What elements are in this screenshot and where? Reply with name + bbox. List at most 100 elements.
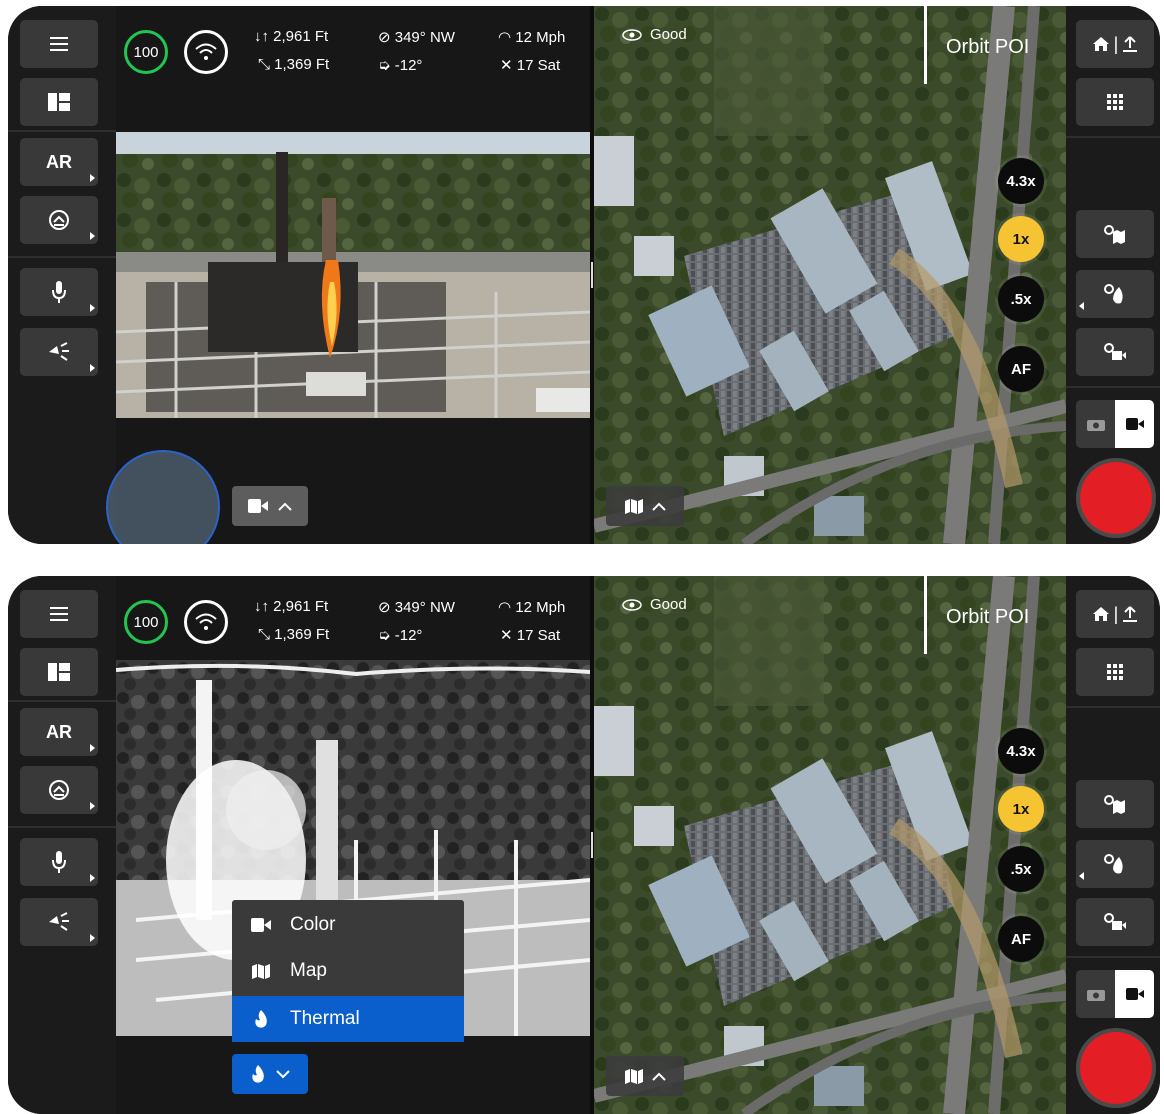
camera-settings-icon: [1104, 913, 1126, 930]
satellite-imagery: [594, 6, 1066, 544]
speedometer-icon: ◠: [498, 29, 516, 46]
map-icon: [625, 499, 643, 514]
grid-button[interactable]: [1076, 78, 1154, 126]
menu-icon: [50, 607, 68, 621]
thermal-settings-button[interactable]: [1076, 840, 1154, 888]
thermal-settings-button[interactable]: [1076, 270, 1154, 318]
gimbal-icon: ➭: [378, 627, 395, 644]
photo-mode-icon: [1086, 990, 1105, 1001]
layout-icon: [48, 663, 70, 681]
record-button[interactable]: [1080, 462, 1152, 534]
spotlight-button[interactable]: [20, 898, 98, 946]
spotlight-icon: [49, 342, 69, 361]
signal-indicator: [184, 600, 228, 644]
camera-source-button[interactable]: [232, 486, 308, 526]
ar-button[interactable]: AR: [20, 138, 98, 186]
record-button[interactable]: [1080, 1032, 1152, 1104]
upload-icon: [1123, 606, 1138, 622]
speed-value: 12 Mph: [515, 599, 566, 616]
heading-readout: ⊘ 349° NW: [378, 28, 455, 46]
obstacle-icon: [49, 210, 69, 230]
speed-readout: ◠ 12 Mph: [498, 598, 565, 616]
thermal-settings-icon: [1104, 854, 1123, 874]
microphone-button[interactable]: [20, 838, 98, 886]
obstacle-avoidance-button[interactable]: [20, 766, 98, 814]
gimbal-readout: ➭ -12°: [378, 56, 422, 74]
menu-item-label: Color: [290, 914, 336, 935]
zoom-4-3x-button[interactable]: 4.3x: [998, 158, 1044, 204]
layout-button[interactable]: [20, 78, 98, 126]
capture-mode-toggle[interactable]: [1076, 400, 1154, 448]
gimbal-value: -12°: [394, 57, 423, 74]
obstacle-avoidance-button[interactable]: [20, 196, 98, 244]
camera-source-button[interactable]: [232, 1054, 308, 1094]
satellite-map[interactable]: [594, 576, 1066, 1114]
zoom-0-5x-button[interactable]: .5x: [998, 276, 1044, 322]
microphone-button[interactable]: [20, 268, 98, 316]
home-upload-button[interactable]: |: [1076, 20, 1154, 68]
camera-settings-button[interactable]: [1076, 898, 1154, 946]
autofocus-label: AF: [1011, 930, 1031, 948]
map-settings-icon: [1104, 225, 1125, 244]
video-mode-button[interactable]: [1115, 970, 1154, 1018]
photo-mode-button[interactable]: [1076, 400, 1115, 448]
altitude-value: 2,961 Ft: [273, 598, 329, 615]
home-upload-button[interactable]: |: [1076, 590, 1154, 638]
photo-mode-button[interactable]: [1076, 970, 1115, 1018]
battery-indicator: 100: [124, 600, 168, 644]
satellite-icon: ✕: [500, 57, 517, 74]
menu-item-thermal[interactable]: Thermal: [232, 996, 464, 1042]
zoom-1x-button[interactable]: 1x: [998, 216, 1044, 262]
map-settings-button[interactable]: [1076, 210, 1154, 258]
battery-indicator: 100: [124, 30, 168, 74]
ar-button[interactable]: AR: [20, 708, 98, 756]
map-settings-icon: [1104, 795, 1125, 814]
altitude-icon: ↓↑: [254, 28, 274, 45]
satellite-value: 17 Sat: [516, 627, 561, 644]
map-settings-button[interactable]: [1076, 780, 1154, 828]
map-source-button[interactable]: [606, 486, 684, 526]
zoom-0-5x-button[interactable]: .5x: [998, 846, 1044, 892]
ar-label: AR: [46, 151, 72, 172]
spotlight-icon: [49, 912, 69, 931]
flight-mode[interactable]: Orbit POI: [924, 6, 1064, 84]
flight-mode[interactable]: Orbit POI: [924, 576, 1064, 654]
zoom-4-3x-button[interactable]: 4.3x: [998, 728, 1044, 774]
autofocus-button[interactable]: AF: [998, 916, 1044, 962]
chevron-up-icon: [652, 1072, 666, 1081]
zoom-1x-button[interactable]: 1x: [998, 786, 1044, 832]
upload-icon: [1123, 36, 1138, 52]
spotlight-button[interactable]: [20, 328, 98, 376]
map-source-button[interactable]: [606, 1056, 684, 1096]
grid-icon: [1107, 664, 1123, 680]
video-mode-button[interactable]: [1115, 400, 1154, 448]
menu-button[interactable]: [20, 590, 98, 638]
flight-mode-label: Orbit POI: [946, 36, 1030, 58]
battery-level: 100: [133, 613, 159, 631]
heading-readout: ⊘ 349° NW: [378, 598, 455, 616]
distance-icon: ⤡: [258, 56, 275, 73]
distance-readout: ⤡ 1,369 Ft: [258, 626, 329, 643]
battery-level: 100: [133, 43, 159, 61]
zoom-label: .5x: [1010, 860, 1032, 878]
autofocus-button[interactable]: AF: [998, 346, 1044, 392]
distance-value: 1,369 Ft: [274, 626, 330, 643]
menu-button[interactable]: [20, 20, 98, 68]
satellite-readout: ✕ 17 Sat: [500, 56, 560, 74]
video-mode-icon: [1125, 418, 1144, 430]
menu-item-color[interactable]: Color: [232, 902, 464, 948]
eye-icon: [622, 28, 642, 41]
satellite-map[interactable]: [594, 6, 1066, 544]
speed-value: 12 Mph: [515, 29, 566, 46]
camera-settings-button[interactable]: [1076, 328, 1154, 376]
menu-item-label: Map: [290, 960, 327, 981]
altitude-readout: ↓↑ 2,961 Ft: [254, 28, 328, 45]
menu-item-map[interactable]: Map: [232, 948, 464, 994]
layout-button[interactable]: [20, 648, 98, 696]
right-sidebar: |: [1066, 576, 1160, 1114]
flight-mode-label: Orbit POI: [946, 606, 1030, 628]
zoom-label: 4.3x: [1006, 742, 1036, 760]
capture-mode-toggle[interactable]: [1076, 970, 1154, 1018]
signal-quality: Good: [622, 596, 687, 613]
grid-button[interactable]: [1076, 648, 1154, 696]
